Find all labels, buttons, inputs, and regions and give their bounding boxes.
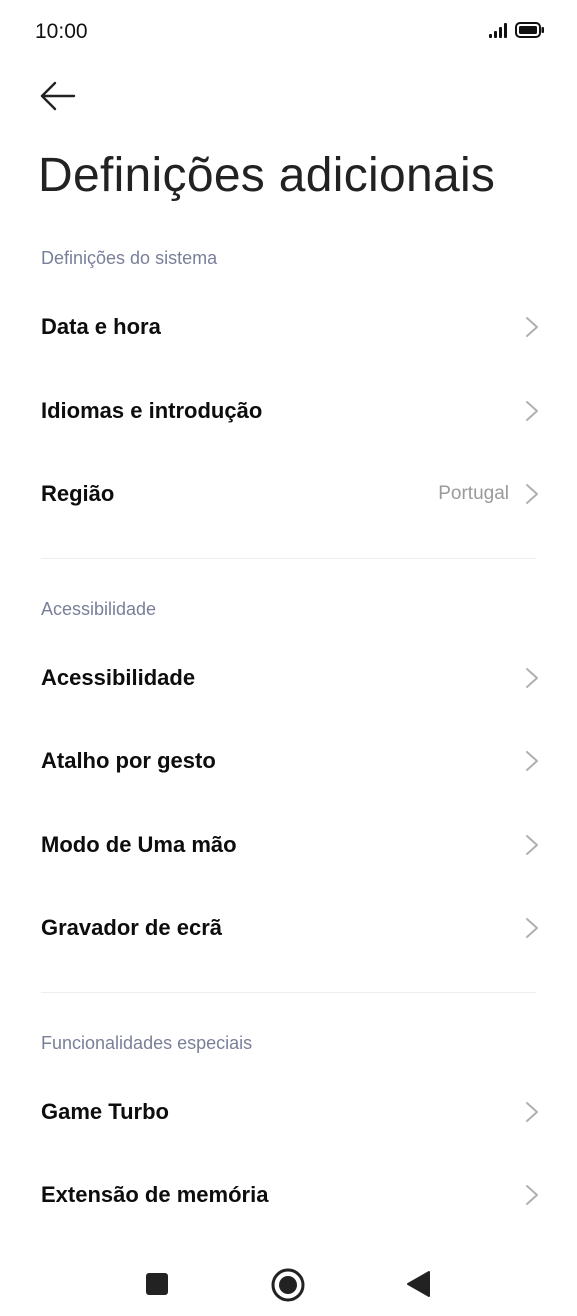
chevron-right-icon: [526, 401, 538, 421]
section-header-system: Definições do sistema: [41, 248, 218, 268]
arrow-left-icon[interactable]: [38, 78, 78, 114]
row-memory-extension[interactable]: Extensão de memória: [0, 1155, 577, 1235]
row-label: Gravador de ecrã: [41, 915, 222, 940]
row-region[interactable]: Região Portugal: [0, 454, 577, 534]
row-label: Região: [41, 481, 115, 506]
status-time: 10:00: [35, 20, 88, 43]
section-divider: [41, 992, 536, 993]
section-header-accessibility: Acessibilidade: [41, 599, 157, 619]
battery-icon: [515, 22, 544, 38]
row-gesture-shortcut[interactable]: Atalho por gesto: [0, 721, 577, 801]
chevron-right-icon: [526, 1102, 538, 1122]
row-screen-recorder[interactable]: Gravador de ecrã: [0, 888, 577, 968]
chevron-right-icon: [526, 668, 538, 688]
triangle-back-icon[interactable]: [405, 1270, 431, 1298]
row-label: Modo de Uma mão: [41, 832, 237, 857]
section-divider: [41, 558, 536, 559]
status-bar: 10:00: [0, 0, 577, 64]
chevron-right-icon: [526, 918, 538, 938]
chevron-right-icon: [526, 835, 538, 855]
navigation-bar: [0, 1252, 577, 1316]
page-title: Definições adicionais: [38, 149, 496, 202]
chevron-right-icon: [526, 1185, 538, 1205]
status-icons: [489, 22, 545, 38]
row-label: Game Turbo: [41, 1099, 169, 1124]
section-header-special-features: Funcionalidades especiais: [41, 1033, 253, 1053]
row-label: Data e hora: [41, 314, 161, 339]
row-one-handed-mode[interactable]: Modo de Uma mão: [0, 805, 577, 885]
row-label: Idiomas e introdução: [41, 398, 263, 423]
chevron-right-icon: [526, 751, 538, 771]
region-value: Portugal: [438, 483, 509, 504]
row-game-turbo[interactable]: Game Turbo: [0, 1072, 577, 1152]
row-date-time[interactable]: Data e hora: [0, 287, 577, 367]
row-label: Extensão de memória: [41, 1182, 269, 1207]
row-accessibility[interactable]: Acessibilidade: [0, 638, 577, 718]
row-label: Acessibilidade: [41, 665, 196, 690]
chevron-right-icon: [526, 484, 538, 504]
row-languages-input[interactable]: Idiomas e introdução: [0, 371, 577, 451]
signal-icon: [489, 22, 507, 38]
square-recents-icon[interactable]: [144, 1271, 170, 1297]
circle-home-icon[interactable]: [270, 1267, 306, 1303]
row-label: Atalho por gesto: [41, 748, 216, 773]
chevron-right-icon: [526, 317, 538, 337]
